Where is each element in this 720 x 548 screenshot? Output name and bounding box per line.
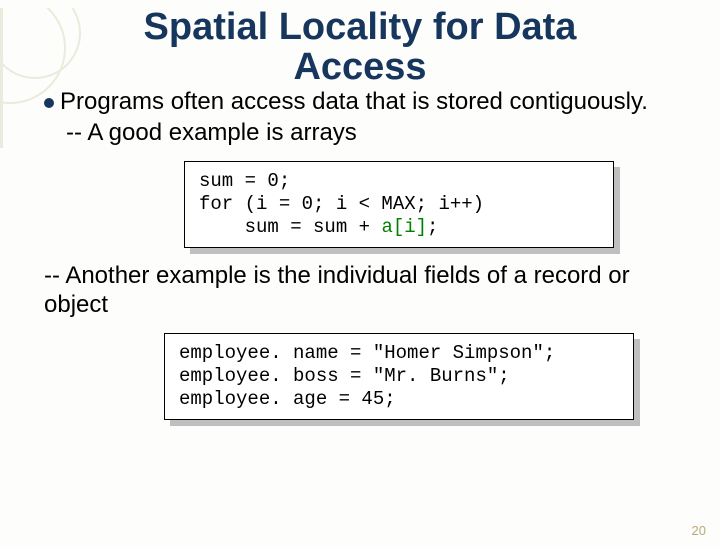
code-example-records: employee. name = "Homer Simpson"; employ… <box>164 333 634 419</box>
codebox: employee. name = "Homer Simpson"; employ… <box>164 333 634 419</box>
title-line-2: Access <box>293 46 426 88</box>
page-number: 20 <box>692 523 706 538</box>
code1-part-a: sum = 0; for (i = 0; i < MAX; i++) sum =… <box>199 170 484 238</box>
title-line-1: Spatial Locality for Data <box>144 6 577 48</box>
bullet-text-1: Programs often access data that is store… <box>60 88 648 117</box>
slide-title: Spatial Locality for Data Access <box>40 8 680 88</box>
bullet-dot-icon <box>44 98 54 108</box>
subpoint-records: -- Another example is the individual fie… <box>44 262 676 320</box>
subpoint-arrays: -- A good example is arrays <box>66 119 676 148</box>
codebox: sum = 0; for (i = 0; i < MAX; i++) sum =… <box>184 161 614 247</box>
code1-highlight: a[i] <box>381 216 427 238</box>
bullet-item-1: Programs often access data that is store… <box>44 88 676 117</box>
code1-part-b: ; <box>427 216 438 238</box>
slide-body: Programs often access data that is store… <box>44 88 676 420</box>
code-example-arrays: sum = 0; for (i = 0; i < MAX; i++) sum =… <box>184 161 614 247</box>
